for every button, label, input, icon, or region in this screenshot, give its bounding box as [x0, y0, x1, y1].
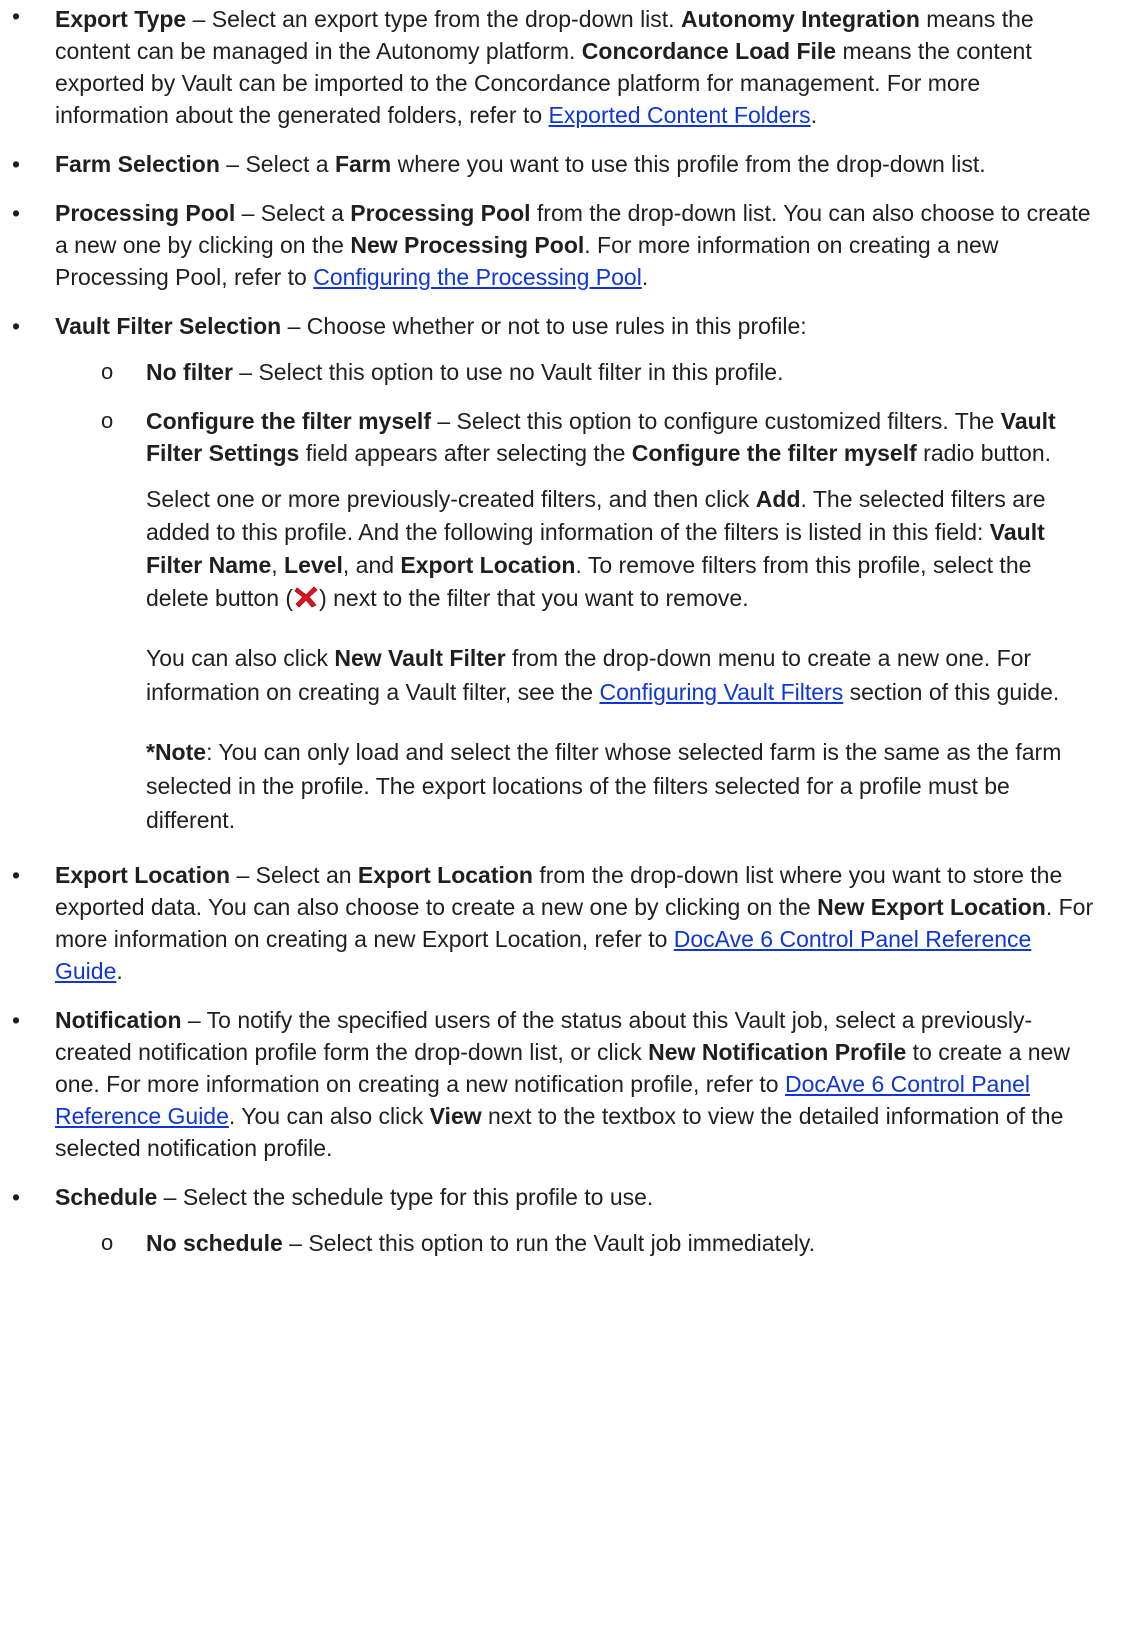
list-item-export-type: Export Type – Select an export type from…	[12, 0, 1100, 131]
list-item-schedule: Schedule – Select the schedule type for …	[12, 1181, 1100, 1259]
sub-item-no-schedule: No schedule – Select this option to run …	[101, 1227, 1100, 1259]
term: Vault Filter Selection	[55, 313, 282, 339]
link-exported-content-folders[interactable]: Exported Content Folders	[549, 102, 811, 128]
list-item-notification: Notification – To notify the specified u…	[12, 1004, 1100, 1164]
list-item-export-location: Export Location – Select an Export Locat…	[12, 859, 1100, 987]
sub-list: No filter – Select this option to use no…	[55, 356, 1100, 837]
paragraph-new-vault-filter: You can also click New Vault Filter from…	[146, 645, 1060, 705]
term: Farm Selection	[55, 151, 220, 177]
sub-item-configure-filter: Configure the filter myself – Select thi…	[101, 405, 1100, 837]
document-page: Export Type – Select an export type from…	[0, 0, 1123, 1276]
term: Export Type	[55, 6, 187, 32]
red-x-icon	[294, 584, 318, 608]
paragraph-add-filters: Select one or more previously-created fi…	[146, 486, 1046, 611]
term: Schedule	[55, 1184, 158, 1210]
term: No schedule	[146, 1230, 283, 1256]
note-paragraph: *Note: You can only load and select the …	[146, 739, 1062, 833]
term: Export Location	[55, 862, 231, 888]
term: Notification	[55, 1007, 182, 1033]
sub-item-no-filter: No filter – Select this option to use no…	[101, 356, 1100, 388]
list-item-processing-pool: Processing Pool – Select a Processing Po…	[12, 197, 1100, 293]
page-clip: Export Type – Select an export type from…	[0, 0, 1123, 1639]
term: No filter	[146, 359, 233, 385]
list-item-farm-selection: Farm Selection – Select a Farm where you…	[12, 148, 1100, 180]
field-list: Export Type – Select an export type from…	[0, 0, 1123, 1259]
term: Configure the filter myself	[146, 408, 431, 434]
term: Processing Pool	[55, 200, 236, 226]
sub-list: No schedule – Select this option to run …	[55, 1227, 1100, 1259]
list-item-vault-filter-selection: Vault Filter Selection – Choose whether …	[12, 310, 1100, 837]
link-configuring-processing-pool[interactable]: Configuring the Processing Pool	[313, 264, 642, 290]
link-configuring-vault-filters[interactable]: Configuring Vault Filters	[599, 679, 843, 705]
